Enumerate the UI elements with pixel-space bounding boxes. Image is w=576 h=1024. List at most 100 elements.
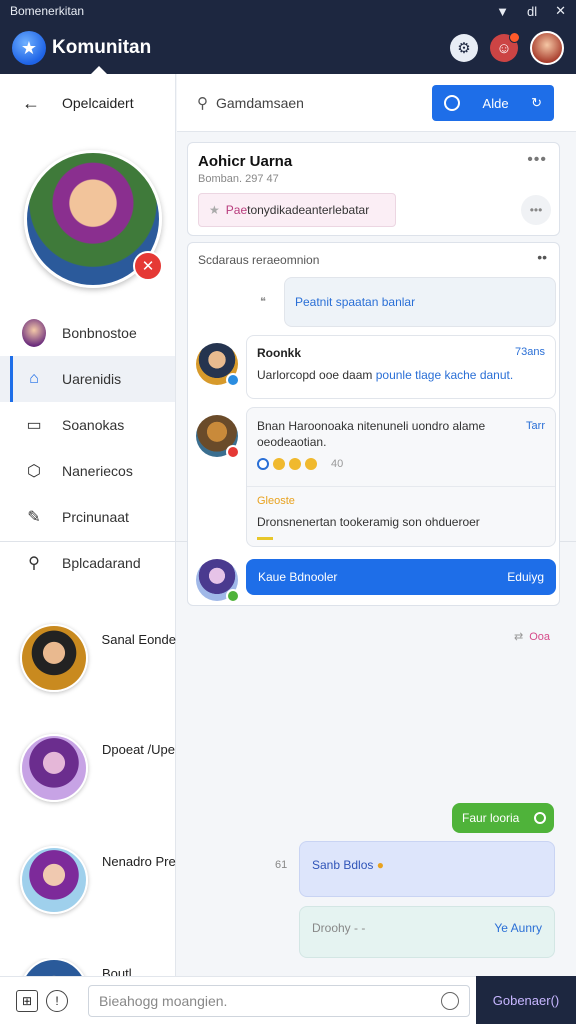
emoji-icon: ● xyxy=(376,858,384,872)
circle-icon xyxy=(534,812,546,824)
quote-header: Gleoste xyxy=(257,495,295,507)
sidebar-item-shield[interactable]: ⬡ Naneriecos xyxy=(0,448,175,494)
post-link[interactable]: pounle tlage kache danut. xyxy=(376,368,513,382)
friend-name: Nenadro Pre xyxy=(102,854,176,869)
comment-bubble[interactable]: Bnan Haroonoaka nitenuneli uondro alame … xyxy=(246,407,556,547)
reactions[interactable]: 40 xyxy=(257,458,545,470)
sidebar-title: Opelcaidert xyxy=(62,95,134,111)
friend-item[interactable]: Sanal Eonde xyxy=(0,624,176,734)
notification-icon[interactable]: ☺ xyxy=(490,32,520,62)
post-time: 73ans xyxy=(515,346,545,358)
more-options-icon[interactable]: ••• xyxy=(527,151,547,169)
sidebar-nav: Bonbnostoe ⌂ Uarenidis ▭ Soanokas ⬡ Nane… xyxy=(0,310,175,586)
avatar xyxy=(196,343,240,387)
green-reply-pill[interactable]: Faur looria xyxy=(452,803,554,833)
back-arrow-icon[interactable]: ← xyxy=(22,93,40,114)
reaction-icon xyxy=(289,458,301,470)
sidebar-item-label: Naneriecos xyxy=(62,463,133,479)
home-icon: ⌂ xyxy=(29,370,39,387)
send-button[interactable]: Gobenaer() xyxy=(476,976,576,1024)
sidebar-item-home[interactable]: ⌂ Uarenidis xyxy=(0,356,175,402)
search-icon: ⚲ xyxy=(197,94,208,112)
post-text: Uarlorcopd ooe daam pounle tlage kache d… xyxy=(257,368,545,382)
emoji-icon[interactable] xyxy=(441,991,459,1010)
friend-avatar xyxy=(20,734,88,802)
friend-name: Sanal Eonde xyxy=(101,632,176,647)
draft-message[interactable]: Droohy - - Ye Aunry xyxy=(299,906,555,958)
swords-icon[interactable]: ✕ xyxy=(133,251,163,281)
friend-item[interactable]: Boutl xyxy=(0,958,176,976)
settings-icon[interactable]: ⚙ xyxy=(450,34,478,62)
avatar xyxy=(196,415,240,459)
tag-prefix: Pae xyxy=(225,203,248,217)
more-icon[interactable]: ••• xyxy=(521,195,551,225)
profile-subtitle: Bomban. 297 47 xyxy=(198,173,279,185)
sidebar-item-chat[interactable]: ▭ Soanokas xyxy=(0,402,175,448)
more-options-icon[interactable]: •• xyxy=(537,249,547,265)
app-bar: ★ Komunitan ⚙ ☺ xyxy=(0,22,576,74)
friend-item[interactable]: Nenadro Pre xyxy=(0,846,176,956)
post-bubble[interactable]: Roonkk 73ans Uarlorcopd ooe daam pounle … xyxy=(246,335,556,399)
message-bubble[interactable]: Peatnit spaatan banlar xyxy=(284,277,556,327)
chat-meta-label: Ooa xyxy=(529,631,551,643)
attach-icon[interactable]: ⊞ xyxy=(16,989,38,1012)
chat-icon: ▭ xyxy=(26,417,42,434)
draft-left: Droohy - - xyxy=(312,921,366,935)
sidebar-item-profile[interactable]: Bonbnostoe xyxy=(0,310,175,356)
logo-icon[interactable]: ★ xyxy=(12,31,46,65)
pill-label: Faur looria xyxy=(462,811,520,825)
quoted-message[interactable]: Gleoste Dronsnenertan tookeramig son ohd… xyxy=(247,486,555,546)
reaction-icon xyxy=(273,458,285,470)
friend-item[interactable]: Dpoeat /Upe xyxy=(0,734,176,844)
sent-message-text: Sanb Bdlos xyxy=(312,858,374,872)
profile-title: Aohicr Uarna xyxy=(198,153,293,170)
reaction-count: 40 xyxy=(331,458,344,470)
refresh-icon: ↻ xyxy=(531,95,542,110)
sidebar-item-search[interactable]: ⚲ Bplcadarand xyxy=(0,540,175,586)
sidebar-item-label: Bplcadarand xyxy=(62,555,141,571)
hero-avatar[interactable]: ✕ xyxy=(24,150,163,288)
message-marker: 61 xyxy=(275,859,288,871)
friend-avatar xyxy=(20,624,88,692)
tag-text: tonydikadeanterlebatar xyxy=(247,203,370,217)
friend-avatar xyxy=(20,958,88,976)
profile-avatar[interactable] xyxy=(530,31,564,65)
comment-time: Tarr xyxy=(526,420,545,432)
sidebar-item-feather[interactable]: ✎ Prcinunaat xyxy=(0,494,175,540)
add-button-label: Alde xyxy=(482,95,509,111)
message-input[interactable]: Bieahogg moangien. xyxy=(88,984,470,1017)
reaction-icon xyxy=(305,458,317,470)
chat-meta: ⇄ Ooa xyxy=(514,630,550,643)
status-badge xyxy=(226,445,240,459)
draft-right: Ye Aunry xyxy=(494,921,542,935)
profile-tag[interactable]: ★ Pae tonydikadeanterlebatar xyxy=(198,193,396,227)
profile-card[interactable]: Aohicr Uarna Bomban. 297 47 ••• ★ Pae to… xyxy=(187,142,560,236)
wifi-icon: ▼ xyxy=(496,3,509,19)
shield-icon: ⬡ xyxy=(27,463,41,480)
cta-button[interactable]: Kaue Bdnooler Eduiyg xyxy=(246,559,556,595)
sidebar-item-label: Prcinunaat xyxy=(62,509,129,525)
close-icon[interactable]: ✕ xyxy=(555,3,566,19)
sidebar-item-label: Soanokas xyxy=(62,417,125,433)
battery-icon: dl xyxy=(526,3,538,19)
composer: ⊞ ! Bieahogg moangien. xyxy=(0,976,476,1024)
feed-header: Scdaraus reraeomnion xyxy=(198,253,320,267)
post-author: Roonkk xyxy=(257,346,302,360)
cta-right-label: Eduiyg xyxy=(507,570,544,584)
app-title: Komunitan xyxy=(52,37,152,58)
quote-icon: ❝ xyxy=(260,296,266,308)
comment-text: Bnan Haroonoaka nitenuneli uondro alame … xyxy=(257,419,486,449)
shuffle-icon: ⇄ xyxy=(514,631,524,643)
add-button[interactable]: Alde ↻ xyxy=(432,85,554,121)
info-icon[interactable]: ! xyxy=(46,989,68,1012)
feather-icon: ✎ xyxy=(27,509,41,526)
friend-avatar xyxy=(20,846,88,914)
sent-message[interactable]: Sanb Bdlos ● xyxy=(299,841,555,897)
sidebar-header: ← Opelcaidert xyxy=(0,74,175,132)
status-badge xyxy=(226,373,240,387)
search-bar: ⚲ Gamdamsaen Alde ↻ xyxy=(177,74,576,132)
avatar xyxy=(22,319,46,347)
sidebar-item-label: Bonbnostoe xyxy=(62,325,137,341)
friend-name: Dpoeat /Upe xyxy=(102,742,175,757)
cta-left-label: Kaue Bdnooler xyxy=(258,570,338,584)
